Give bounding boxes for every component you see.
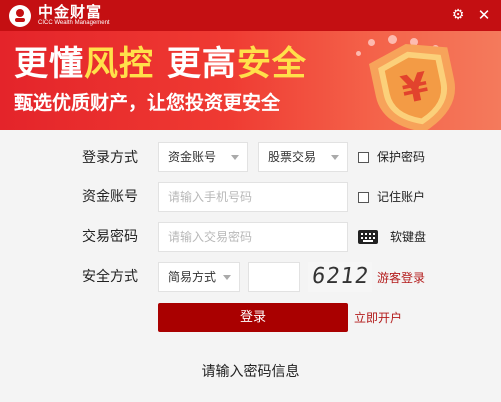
password-placeholder: 请输入交易密码	[168, 230, 253, 244]
headline-part-1: 更懂	[14, 44, 84, 84]
protect-password-checkbox[interactable]	[358, 152, 369, 163]
chevron-down-icon	[231, 155, 239, 160]
trade-type-value: 股票交易	[268, 150, 317, 164]
brand-logo-icon	[9, 5, 31, 27]
remember-account-label: 记住账户	[377, 190, 426, 204]
chevron-down-icon	[331, 155, 339, 160]
protect-password-label: 保护密码	[377, 150, 426, 164]
promo-banner: 更懂风控 更高安全 甄选优质财产，让您投资更安全 ¥	[0, 31, 501, 130]
security-mode-value: 简易方式	[168, 270, 217, 284]
headline-part-2: 风控	[84, 44, 154, 84]
security-mode-select[interactable]: 简易方式	[158, 262, 240, 292]
brand-name-en: CICC Wealth Management	[38, 20, 110, 26]
trade-type-select[interactable]: 股票交易	[258, 142, 348, 172]
chevron-down-icon	[223, 275, 231, 280]
captcha-text: 6212	[309, 264, 371, 289]
banner-headline: 更懂风控 更高安全	[14, 44, 307, 84]
remember-account-checkbox[interactable]	[358, 192, 369, 203]
title-bar: 中金财富 CICC Wealth Management ⚙ ✕	[0, 0, 501, 31]
captcha-input[interactable]	[248, 262, 300, 292]
password-label: 交易密码	[82, 229, 138, 245]
status-message: 请输入密码信息	[201, 364, 300, 380]
account-label: 资金账号	[82, 189, 138, 205]
login-method-label: 登录方式	[82, 150, 138, 166]
banner-subline: 甄选优质财产，让您投资更安全	[14, 92, 281, 114]
shield-icon: ¥	[369, 43, 455, 130]
account-type-select[interactable]: 资金账号	[158, 142, 248, 172]
account-input[interactable]: 请输入手机号码	[158, 182, 348, 212]
account-placeholder: 请输入手机号码	[168, 190, 253, 204]
login-button[interactable]: 登录	[158, 303, 348, 332]
gear-icon[interactable]: ⚙	[450, 7, 466, 23]
headline-part-4: 安全	[236, 44, 307, 84]
guest-login-link[interactable]: 游客登录	[377, 271, 425, 285]
open-account-link[interactable]: 立即开户	[354, 311, 402, 325]
soft-keyboard-label[interactable]: 软键盘	[390, 230, 426, 244]
keyboard-icon[interactable]	[358, 230, 378, 244]
headline-part-3: 更高	[154, 44, 237, 84]
brand-name: 中金财富	[38, 3, 103, 21]
close-icon[interactable]: ✕	[476, 7, 492, 23]
captcha-image[interactable]: 6212	[308, 262, 372, 292]
account-type-value: 资金账号	[168, 150, 217, 164]
security-label: 安全方式	[82, 269, 138, 285]
password-input[interactable]: 请输入交易密码	[158, 222, 348, 252]
